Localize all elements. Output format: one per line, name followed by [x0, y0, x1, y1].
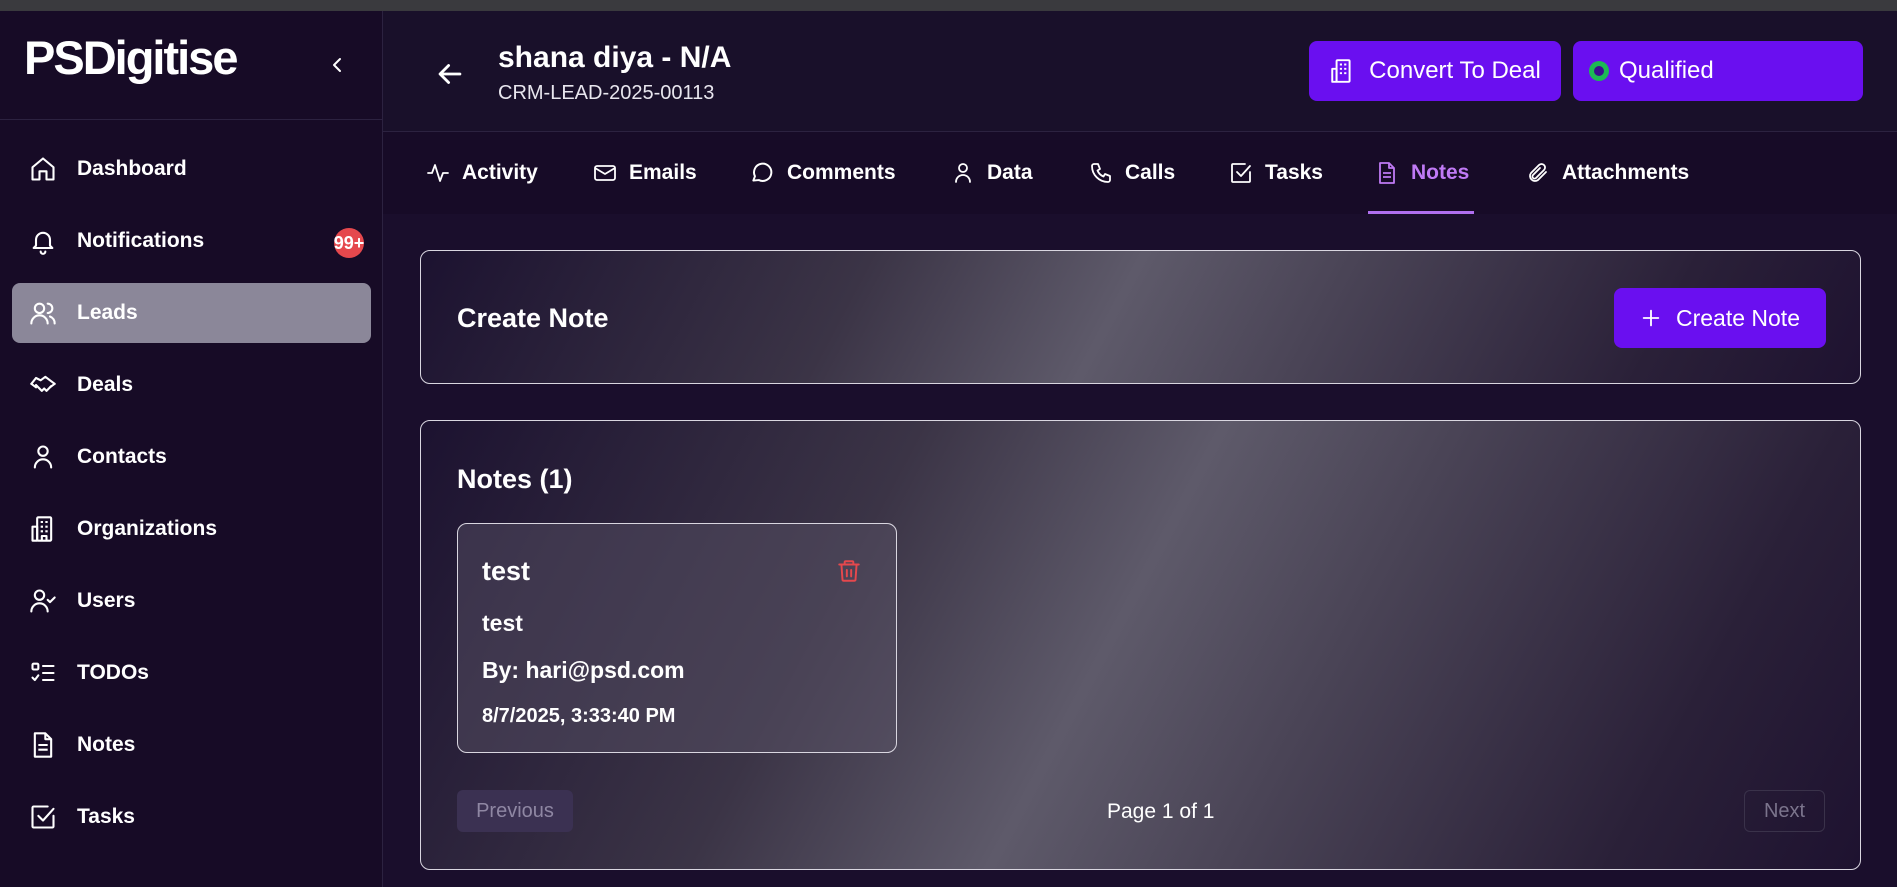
file-text-icon [29, 731, 57, 759]
arrow-left-icon [438, 64, 462, 84]
tab-label: Notes [1411, 161, 1470, 184]
user-check-icon [29, 587, 57, 615]
sidebar-item-label: Leads [77, 301, 138, 324]
lead-id: CRM-LEAD-2025-00113 [498, 82, 715, 104]
tab-label: Attachments [1562, 161, 1690, 184]
sidebar-item-label: TODOs [77, 661, 149, 684]
sidebar-item-notes[interactable]: Notes [12, 715, 371, 775]
sidebar-item-label: Contacts [77, 445, 167, 468]
sidebar-item-label: Organizations [77, 517, 218, 540]
tab-calls[interactable]: Calls [1089, 132, 1175, 214]
convert-to-deal-label: Convert To Deal [1369, 57, 1541, 84]
sidebar-item-label: Notes [77, 733, 136, 756]
status-indicator-icon [1589, 61, 1609, 81]
tab-activity[interactable]: Activity [426, 132, 538, 214]
tab-label: Tasks [1265, 161, 1323, 184]
bell-icon [29, 227, 57, 255]
create-note-button[interactable]: Create Note [1614, 288, 1826, 348]
tab-label: Calls [1125, 161, 1176, 184]
tab-label: Comments [787, 161, 896, 184]
chevron-left-icon [333, 58, 341, 72]
note-title: test [482, 556, 531, 586]
lead-header: shana diya - N/A CRM-LEAD-2025-00113 Con… [383, 11, 1897, 132]
trash-icon [838, 560, 860, 582]
notes-content: Create Note Create Note Notes (1) test t… [383, 214, 1897, 887]
sidebar-item-contacts[interactable]: Contacts [12, 427, 371, 487]
status-label: Qualified [1619, 57, 1714, 84]
notes-list-card: Notes (1) test test By: hari@psd.com 8/7… [420, 420, 1861, 870]
sidebar-item-organizations[interactable]: Organizations [12, 499, 371, 559]
building-icon [1331, 59, 1351, 83]
note-body: test [482, 610, 523, 636]
lead-tabs: Activity Emails Comments Data Calls Task… [383, 132, 1897, 215]
sidebar-item-notifications[interactable]: Notifications 99+ [12, 211, 371, 271]
sidebar-item-tasks[interactable]: Tasks [12, 787, 371, 847]
notes-list-title: Notes (1) [457, 464, 573, 494]
sidebar-item-label: Users [77, 589, 136, 612]
create-note-card: Create Note Create Note [420, 250, 1861, 384]
create-note-button-label: Create Note [1675, 304, 1800, 331]
note-timestamp: 8/7/2025, 3:33:40 PM [482, 705, 676, 727]
tab-label: Data [987, 161, 1033, 184]
next-page-button[interactable]: Next [1744, 790, 1825, 832]
delete-note-button[interactable] [836, 558, 862, 584]
file-text-icon [1379, 162, 1395, 184]
sidebar-collapse-button[interactable] [326, 53, 350, 77]
note-author: By: hari@psd.com [482, 657, 685, 683]
sidebar-item-label: Tasks [77, 805, 135, 828]
brand-logo-text: PSDigitise [24, 30, 238, 84]
tab-label: Activity [462, 161, 538, 184]
sidebar-nav: Dashboard Notifications 99+ Leads Deals [12, 139, 371, 859]
user-icon [29, 443, 57, 471]
page-indicator: Page 1 of 1 [1107, 800, 1215, 823]
status-dropdown[interactable]: Qualified [1573, 41, 1863, 101]
sidebar-item-label: Notifications [77, 229, 205, 252]
sidebar-item-label: Deals [77, 373, 134, 396]
phone-icon [1091, 163, 1111, 183]
previous-page-button[interactable]: Previous [457, 790, 573, 832]
sidebar-item-leads[interactable]: Leads [12, 283, 371, 343]
create-note-title: Create Note [457, 303, 609, 333]
brand-logo[interactable]: PSDigitise [24, 29, 238, 85]
tab-comments[interactable]: Comments [749, 132, 896, 214]
sidebar-item-todos[interactable]: TODOs [12, 643, 371, 703]
handshake-icon [29, 371, 57, 399]
browser-top-strip [0, 0, 1897, 11]
paperclip-icon [1529, 163, 1547, 182]
plus-icon [1642, 309, 1660, 327]
sidebar-item-label: Dashboard [77, 157, 187, 180]
note-card[interactable]: test test By: hari@psd.com 8/7/2025, 3:3… [457, 523, 897, 753]
tab-notes[interactable]: Notes [1367, 132, 1475, 214]
back-button[interactable] [433, 57, 467, 91]
building-icon [29, 515, 57, 543]
message-circle-icon [752, 162, 773, 182]
sidebar-item-users[interactable]: Users [12, 571, 371, 631]
tab-data[interactable]: Data [951, 132, 1033, 214]
tab-label: Emails [629, 161, 697, 184]
users-icon [29, 299, 57, 327]
square-check-icon [1231, 163, 1251, 183]
list-checks-icon [29, 659, 57, 687]
tab-tasks[interactable]: Tasks [1229, 132, 1323, 214]
mail-icon [594, 165, 616, 181]
square-check-icon [29, 803, 57, 831]
sidebar-item-dashboard[interactable]: Dashboard [12, 139, 371, 199]
sidebar-item-deals[interactable]: Deals [12, 355, 371, 415]
page-title: shana diya - N/A [498, 41, 732, 74]
home-icon [29, 155, 57, 183]
notification-count-badge: 99+ [334, 228, 364, 258]
convert-to-deal-button[interactable]: Convert To Deal [1309, 41, 1561, 101]
tab-attachments[interactable]: Attachments [1526, 132, 1689, 214]
logo-row: PSDigitise [0, 11, 382, 120]
user-icon [955, 163, 971, 183]
sidebar: PSDigitise Dashboard Notifications 99+ L… [0, 11, 383, 887]
activity-icon [427, 164, 449, 182]
tab-emails[interactable]: Emails [593, 132, 697, 214]
